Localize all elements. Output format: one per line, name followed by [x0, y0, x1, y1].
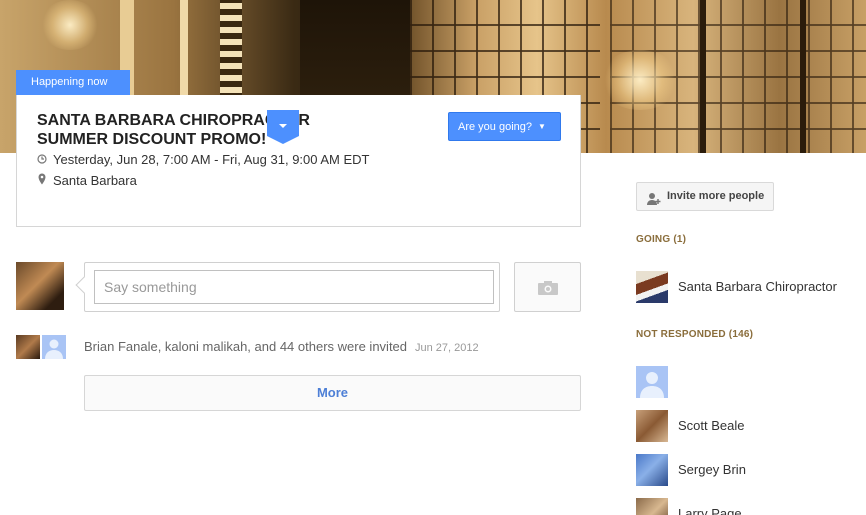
event-title-line1: SANTA BARBARA CHIROPRACTOR	[37, 112, 310, 129]
current-user-avatar	[16, 262, 64, 310]
composer-pointer	[75, 276, 93, 294]
guest-going-item[interactable]: Santa Barbara Chiropractor	[636, 271, 856, 303]
invite-activity-date: Jun 27, 2012	[415, 342, 479, 354]
guest-not-responded-item[interactable]: Sergey Brin	[636, 454, 856, 486]
default-avatar-icon	[42, 335, 66, 359]
say-something-input[interactable]	[94, 270, 494, 304]
clock-icon	[37, 154, 53, 167]
invite-activity-text: Brian Fanale, kaloni malikah, and 44 oth…	[84, 339, 479, 354]
invite-activity-summary: Brian Fanale, kaloni malikah, and 44 oth…	[84, 339, 408, 354]
event-location-text[interactable]: Santa Barbara	[53, 173, 137, 188]
guest-not-responded-item[interactable]: Larry Page	[636, 498, 856, 515]
event-datetime-text: Yesterday, Jun 28, 7:00 AM - Fri, Aug 31…	[53, 152, 370, 167]
guest-not-responded-item[interactable]	[636, 366, 856, 398]
guest-not-responded-item[interactable]: Scott Beale	[636, 410, 856, 442]
expand-details-button[interactable]	[267, 110, 299, 146]
camera-icon	[538, 281, 558, 295]
rsvp-button-label: Are you going?	[458, 121, 532, 133]
rsvp-button[interactable]: Are you going? ▼	[448, 112, 561, 141]
guest-name: Larry Page	[678, 506, 742, 515]
chevron-down-icon	[267, 110, 299, 144]
add-photo-button[interactable]	[514, 262, 581, 312]
add-person-icon	[647, 190, 661, 217]
avatar	[636, 271, 668, 303]
event-title: SANTA BARBARA CHIROPRACTOR SUMMER DISCOU…	[37, 111, 437, 149]
guest-name: Scott Beale	[678, 418, 745, 433]
happening-now-badge: Happening now	[16, 70, 130, 95]
avatar	[636, 410, 668, 442]
event-location: Santa Barbara	[37, 173, 137, 188]
avatar	[636, 454, 668, 486]
event-datetime: Yesterday, Jun 28, 7:00 AM - Fri, Aug 31…	[37, 152, 370, 167]
avatar	[636, 498, 668, 515]
guest-name: Sergey Brin	[678, 462, 746, 477]
not-responded-header: NOT RESPONDED (146)	[636, 329, 754, 340]
invite-activity-item: Brian Fanale, kaloni malikah, and 44 oth…	[16, 334, 586, 360]
event-title-line2: SUMMER DISCOUNT PROMO!	[37, 131, 267, 148]
dropdown-caret-icon: ▼	[538, 122, 546, 131]
avatar	[16, 335, 40, 359]
guest-name: Santa Barbara Chiropractor	[678, 279, 837, 294]
default-avatar-icon	[636, 366, 668, 398]
composer-box	[75, 262, 500, 312]
invite-more-people-button[interactable]: Invite more people	[636, 182, 774, 211]
invite-more-people-label: Invite more people	[667, 190, 765, 202]
more-button[interactable]: More	[84, 375, 581, 411]
location-pin-icon	[37, 173, 53, 188]
going-header: GOING (1)	[636, 234, 687, 245]
